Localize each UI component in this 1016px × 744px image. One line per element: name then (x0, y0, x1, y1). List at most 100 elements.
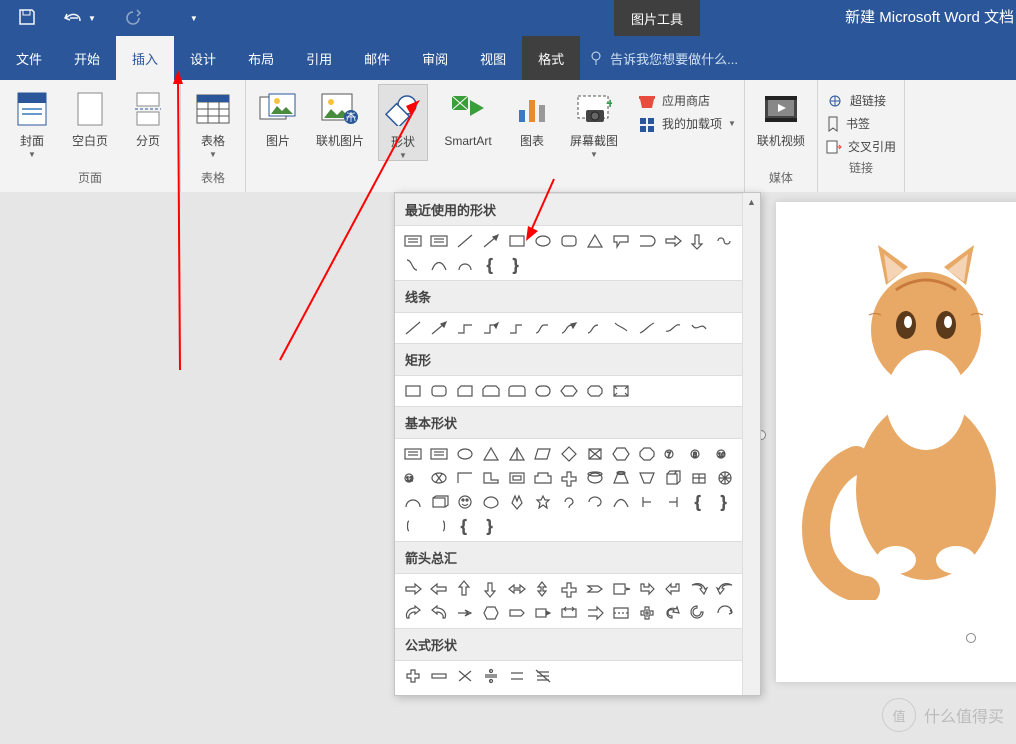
shape-option[interactable] (557, 491, 581, 513)
smartart-button[interactable]: SmartArt (438, 84, 498, 148)
shape-option[interactable] (479, 578, 503, 600)
shape-option[interactable] (401, 515, 425, 537)
online-video-button[interactable]: 联机视频 (753, 84, 809, 148)
cover-page-button[interactable]: 封面▼ (8, 84, 56, 159)
shape-option[interactable] (479, 665, 503, 687)
shape-option[interactable] (401, 491, 425, 513)
shape-option[interactable] (609, 317, 633, 339)
shape-option[interactable]: } (505, 254, 529, 276)
shapes-button[interactable]: 形状▼ (378, 84, 428, 161)
shape-option[interactable] (635, 230, 659, 252)
shape-option[interactable] (661, 578, 685, 600)
shape-option[interactable]: 12 (401, 467, 425, 489)
shape-option[interactable]: { (453, 515, 477, 537)
shape-option[interactable] (687, 602, 711, 624)
shape-option[interactable] (427, 515, 451, 537)
page-break-button[interactable]: 分页 (124, 84, 172, 148)
shape-option[interactable] (635, 443, 659, 465)
table-button[interactable]: 表格▼ (189, 84, 237, 159)
shape-option[interactable] (609, 380, 633, 402)
cat-image[interactable] (796, 200, 1016, 600)
shape-option[interactable] (609, 443, 633, 465)
shape-option[interactable] (453, 491, 477, 513)
shape-option[interactable] (531, 602, 555, 624)
tab-format[interactable]: 格式 (522, 36, 580, 80)
shape-option[interactable]: 7 (661, 443, 685, 465)
shape-option[interactable] (401, 665, 425, 687)
bookmark-button[interactable]: 书签 (826, 115, 896, 132)
shape-option[interactable] (531, 467, 555, 489)
shape-option[interactable] (401, 578, 425, 600)
shape-option[interactable] (661, 602, 685, 624)
shape-option[interactable] (531, 491, 555, 513)
shape-option[interactable] (583, 443, 607, 465)
shape-option[interactable] (531, 230, 555, 252)
shape-option[interactable] (557, 317, 581, 339)
shape-option[interactable] (557, 578, 581, 600)
shape-option[interactable] (557, 230, 581, 252)
shape-option[interactable] (583, 578, 607, 600)
shape-option[interactable]: { (687, 491, 711, 513)
tab-design[interactable]: 设计 (174, 36, 232, 80)
cross-reference-button[interactable]: 交叉引用 (826, 138, 896, 155)
shape-option[interactable] (479, 491, 503, 513)
qat-caret-icon[interactable]: ▼ (190, 14, 198, 23)
shape-option[interactable] (687, 230, 711, 252)
shape-option[interactable] (609, 602, 633, 624)
store-button[interactable]: 应用商店 (638, 92, 736, 109)
shape-option[interactable] (453, 602, 477, 624)
tab-view[interactable]: 视图 (464, 36, 522, 80)
shape-option[interactable] (453, 254, 477, 276)
my-addins-button[interactable]: 我的加载项 ▼ (638, 115, 736, 132)
shape-option[interactable] (557, 443, 581, 465)
shape-option[interactable] (401, 317, 425, 339)
shape-option[interactable] (401, 254, 425, 276)
shape-option[interactable] (583, 467, 607, 489)
shape-option[interactable] (505, 578, 529, 600)
shape-option[interactable]: } (713, 491, 737, 513)
shape-option[interactable] (401, 380, 425, 402)
shape-option[interactable] (479, 467, 503, 489)
shape-option[interactable] (505, 467, 529, 489)
shape-option[interactable] (453, 443, 477, 465)
shape-option[interactable] (453, 665, 477, 687)
shape-option[interactable] (583, 317, 607, 339)
shape-option[interactable] (427, 467, 451, 489)
shape-option[interactable] (687, 317, 711, 339)
shape-option[interactable] (427, 380, 451, 402)
selection-handle[interactable] (966, 633, 976, 643)
tab-home[interactable]: 开始 (58, 36, 116, 80)
shape-option[interactable]: } (479, 515, 503, 537)
shape-option[interactable] (401, 230, 425, 252)
shape-option[interactable] (583, 491, 607, 513)
shape-option[interactable] (531, 665, 555, 687)
shape-option[interactable] (713, 230, 737, 252)
shape-option[interactable]: { (479, 254, 503, 276)
pictures-button[interactable]: 图片 (254, 84, 302, 148)
shape-option[interactable] (505, 230, 529, 252)
shape-option[interactable] (583, 602, 607, 624)
shape-option[interactable] (557, 467, 581, 489)
chart-button[interactable]: 图表 (508, 84, 556, 148)
shape-option[interactable] (583, 380, 607, 402)
shape-option[interactable] (661, 467, 685, 489)
shape-option[interactable] (453, 467, 477, 489)
shape-option[interactable] (635, 491, 659, 513)
shape-option[interactable] (505, 602, 529, 624)
shape-option[interactable] (453, 230, 477, 252)
shape-option[interactable] (635, 602, 659, 624)
blank-page-button[interactable]: 空白页 (66, 84, 114, 148)
tab-review[interactable]: 审阅 (406, 36, 464, 80)
shape-option[interactable] (531, 317, 555, 339)
shape-option[interactable] (453, 578, 477, 600)
undo-icon[interactable]: ▼ (64, 10, 96, 26)
shape-option[interactable] (401, 443, 425, 465)
shape-option[interactable] (505, 665, 529, 687)
shape-option[interactable] (635, 467, 659, 489)
shape-option[interactable] (557, 380, 581, 402)
shape-option[interactable] (609, 578, 633, 600)
shape-option[interactable] (427, 443, 451, 465)
shape-option[interactable] (401, 602, 425, 624)
tab-mailings[interactable]: 邮件 (348, 36, 406, 80)
shape-option[interactable] (505, 380, 529, 402)
